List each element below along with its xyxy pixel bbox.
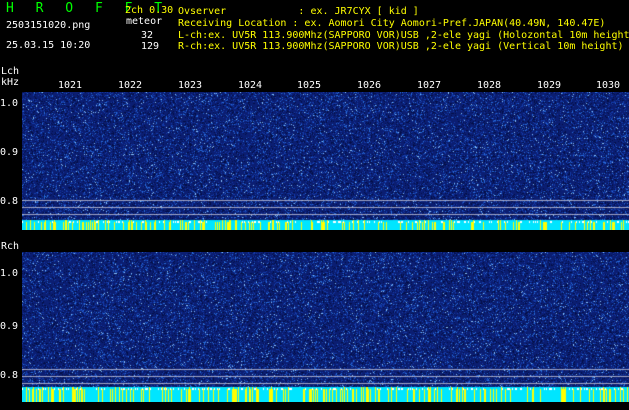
time-tick-1029: 1029 <box>537 80 562 91</box>
time-tick-1026: 1026 <box>357 80 382 91</box>
rch-ytick-0.9: 0.9 <box>0 321 19 332</box>
rch-spectrogram-canvas <box>22 252 629 402</box>
location-line: Receiving Location : ex. Aomori City Aom… <box>178 18 606 29</box>
time-tick-1028: 1028 <box>477 80 502 91</box>
lch-count: 32 <box>141 30 154 41</box>
time-tick-1022: 1022 <box>118 80 143 91</box>
mode-text: 2ch 0.30 <box>125 5 174 16</box>
time-tick-1025: 1025 <box>297 80 322 91</box>
lch-label: Lch <box>1 66 20 77</box>
rch-label: Rch <box>1 241 20 252</box>
filename-text: 2503151020.png <box>6 20 91 31</box>
mode-sub-text: meteor <box>126 16 163 27</box>
rch-count: 129 <box>141 41 160 52</box>
time-tick-1024: 1024 <box>238 80 263 91</box>
lch-info-line: L-ch:ex. UV5R 113.900Mhz(SAPPORO VOR)USB… <box>178 30 629 41</box>
time-tick-1030: 1030 <box>596 80 621 91</box>
lch-ytick-0.9: 0.9 <box>0 147 19 158</box>
rch-ytick-0.8: 0.8 <box>0 370 19 381</box>
lch-ytick-0.8: 0.8 <box>0 196 19 207</box>
lch-ytick-1.0: 1.0 <box>0 98 19 109</box>
observer-line: Ovserver : ex. JR7CYX [ kid ] <box>178 6 419 17</box>
rch-spectrogram <box>22 252 629 402</box>
time-tick-1027: 1027 <box>417 80 442 91</box>
rch-ytick-1.0: 1.0 <box>0 268 19 279</box>
time-tick-1023: 1023 <box>178 80 203 91</box>
datetime-text: 25.03.15 10:20 <box>6 40 91 51</box>
time-tick-1021: 1021 <box>58 80 83 91</box>
rch-info-line: R-ch:ex. UV5R 113.900Mhz(SAPPORO VOR)USB… <box>178 41 624 52</box>
lch-spectrogram <box>22 92 629 230</box>
lch-spectrogram-canvas <box>22 92 629 230</box>
lch-unit-label: kHz <box>1 77 20 88</box>
